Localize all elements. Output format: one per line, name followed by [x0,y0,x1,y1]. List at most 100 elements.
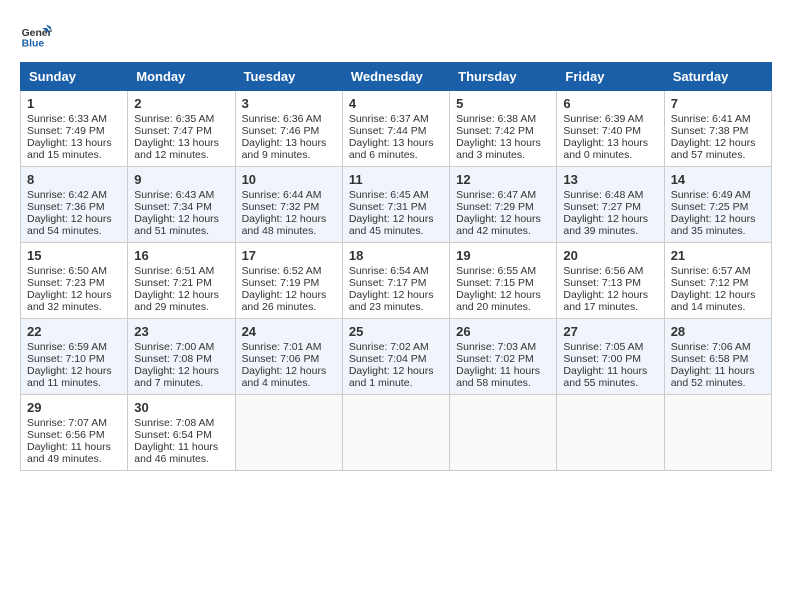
sunrise: Sunrise: 7:06 AM [671,341,751,353]
day-number: 6 [563,96,657,111]
sunrise: Sunrise: 6:51 AM [134,265,214,277]
sunset: Sunset: 7:46 PM [242,125,320,137]
day-number: 19 [456,248,550,263]
daylight: Daylight: 12 hours and 45 minutes. [349,213,434,237]
calendar-cell [235,395,342,471]
calendar-week-row: 8Sunrise: 6:42 AMSunset: 7:36 PMDaylight… [21,167,772,243]
calendar-cell: 21Sunrise: 6:57 AMSunset: 7:12 PMDayligh… [664,243,771,319]
sunrise: Sunrise: 6:44 AM [242,189,322,201]
daylight: Daylight: 12 hours and 57 minutes. [671,137,756,161]
day-number: 21 [671,248,765,263]
calendar-cell: 14Sunrise: 6:49 AMSunset: 7:25 PMDayligh… [664,167,771,243]
calendar-cell [664,395,771,471]
daylight: Daylight: 11 hours and 49 minutes. [27,441,111,465]
sunset: Sunset: 7:13 PM [563,277,641,289]
sunrise: Sunrise: 6:37 AM [349,113,429,125]
daylight: Daylight: 11 hours and 58 minutes. [456,365,540,389]
sunrise: Sunrise: 6:38 AM [456,113,536,125]
daylight: Daylight: 12 hours and 35 minutes. [671,213,756,237]
daylight: Daylight: 12 hours and 48 minutes. [242,213,327,237]
calendar-cell: 6Sunrise: 6:39 AMSunset: 7:40 PMDaylight… [557,91,664,167]
daylight: Daylight: 13 hours and 3 minutes. [456,137,541,161]
sunset: Sunset: 7:25 PM [671,201,749,213]
calendar-cell [342,395,449,471]
sunset: Sunset: 7:19 PM [242,277,320,289]
calendar-cell: 18Sunrise: 6:54 AMSunset: 7:17 PMDayligh… [342,243,449,319]
calendar-cell: 29Sunrise: 7:07 AMSunset: 6:56 PMDayligh… [21,395,128,471]
calendar-cell: 17Sunrise: 6:52 AMSunset: 7:19 PMDayligh… [235,243,342,319]
day-number: 28 [671,324,765,339]
column-header-tuesday: Tuesday [235,63,342,91]
calendar-cell: 4 Sunrise: 6:37 AMSunset: 7:44 PMDaylight… [342,91,449,167]
sunset: Sunset: 7:10 PM [27,353,105,365]
daylight: Daylight: 12 hours and 11 minutes. [27,365,112,389]
sunrise: Sunrise: 6:33 AM [27,113,107,125]
column-header-wednesday: Wednesday [342,63,449,91]
calendar-cell: 30Sunrise: 7:08 AMSunset: 6:54 PMDayligh… [128,395,235,471]
day-number: 4 [349,96,443,111]
daylight: Daylight: 12 hours and 23 minutes. [349,289,434,313]
sunrise: Sunrise: 6:43 AM [134,189,214,201]
calendar-week-row: 29Sunrise: 7:07 AMSunset: 6:56 PMDayligh… [21,395,772,471]
sunset: Sunset: 7:21 PM [134,277,212,289]
sunset: Sunset: 6:54 PM [134,429,212,441]
day-number: 9 [134,172,228,187]
day-number: 12 [456,172,550,187]
sunrise: Sunrise: 6:47 AM [456,189,536,201]
calendar-cell: 10Sunrise: 6:44 AMSunset: 7:32 PMDayligh… [235,167,342,243]
day-number: 22 [27,324,121,339]
calendar-cell: 20Sunrise: 6:56 AMSunset: 7:13 PMDayligh… [557,243,664,319]
day-number: 30 [134,400,228,415]
sunrise: Sunrise: 6:52 AM [242,265,322,277]
sunrise: Sunrise: 6:56 AM [563,265,643,277]
calendar-cell: 28Sunrise: 7:06 AMSunset: 6:58 PMDayligh… [664,319,771,395]
daylight: Daylight: 11 hours and 55 minutes. [563,365,647,389]
sunrise: Sunrise: 6:55 AM [456,265,536,277]
sunrise: Sunrise: 6:36 AM [242,113,322,125]
sunrise: Sunrise: 6:48 AM [563,189,643,201]
sunset: Sunset: 7:29 PM [456,201,534,213]
calendar-cell: 1Sunrise: 6:33 AMSunset: 7:49 PMDaylight… [21,91,128,167]
calendar-cell: 26Sunrise: 7:03 AMSunset: 7:02 PMDayligh… [450,319,557,395]
sunrise: Sunrise: 6:50 AM [27,265,107,277]
calendar-cell [450,395,557,471]
calendar-cell: 13Sunrise: 6:48 AMSunset: 7:27 PMDayligh… [557,167,664,243]
daylight: Daylight: 12 hours and 42 minutes. [456,213,541,237]
sunrise: Sunrise: 6:54 AM [349,265,429,277]
logo-icon: General Blue [20,20,52,52]
daylight: Daylight: 12 hours and 32 minutes. [27,289,112,313]
sunset: Sunset: 7:40 PM [563,125,641,137]
day-number: 14 [671,172,765,187]
column-header-sunday: Sunday [21,63,128,91]
daylight: Daylight: 12 hours and 39 minutes. [563,213,648,237]
sunrise: Sunrise: 7:02 AM [349,341,429,353]
sunrise: Sunrise: 6:57 AM [671,265,751,277]
sunset: Sunset: 7:44 PM [349,125,427,137]
calendar-cell: 7Sunrise: 6:41 AMSunset: 7:38 PMDaylight… [664,91,771,167]
sunset: Sunset: 7:17 PM [349,277,427,289]
sunrise: Sunrise: 7:08 AM [134,417,214,429]
page-header: General Blue [20,20,772,52]
day-number: 17 [242,248,336,263]
calendar-cell: 3Sunrise: 6:36 AMSunset: 7:46 PMDaylight… [235,91,342,167]
sunset: Sunset: 7:49 PM [27,125,105,137]
calendar-week-row: 22Sunrise: 6:59 AMSunset: 7:10 PMDayligh… [21,319,772,395]
day-number: 15 [27,248,121,263]
day-number: 10 [242,172,336,187]
day-number: 2 [134,96,228,111]
sunset: Sunset: 7:42 PM [456,125,534,137]
calendar-cell: 23Sunrise: 7:00 AMSunset: 7:08 PMDayligh… [128,319,235,395]
daylight: Daylight: 12 hours and 54 minutes. [27,213,112,237]
daylight: Daylight: 13 hours and 6 minutes. [349,137,434,161]
sunset: Sunset: 7:47 PM [134,125,212,137]
sunset: Sunset: 7:04 PM [349,353,427,365]
calendar-table: SundayMondayTuesdayWednesdayThursdayFrid… [20,62,772,471]
day-number: 7 [671,96,765,111]
calendar-cell: 24Sunrise: 7:01 AMSunset: 7:06 PMDayligh… [235,319,342,395]
day-number: 3 [242,96,336,111]
column-header-friday: Friday [557,63,664,91]
column-header-thursday: Thursday [450,63,557,91]
day-number: 13 [563,172,657,187]
day-number: 1 [27,96,121,111]
day-number: 5 [456,96,550,111]
